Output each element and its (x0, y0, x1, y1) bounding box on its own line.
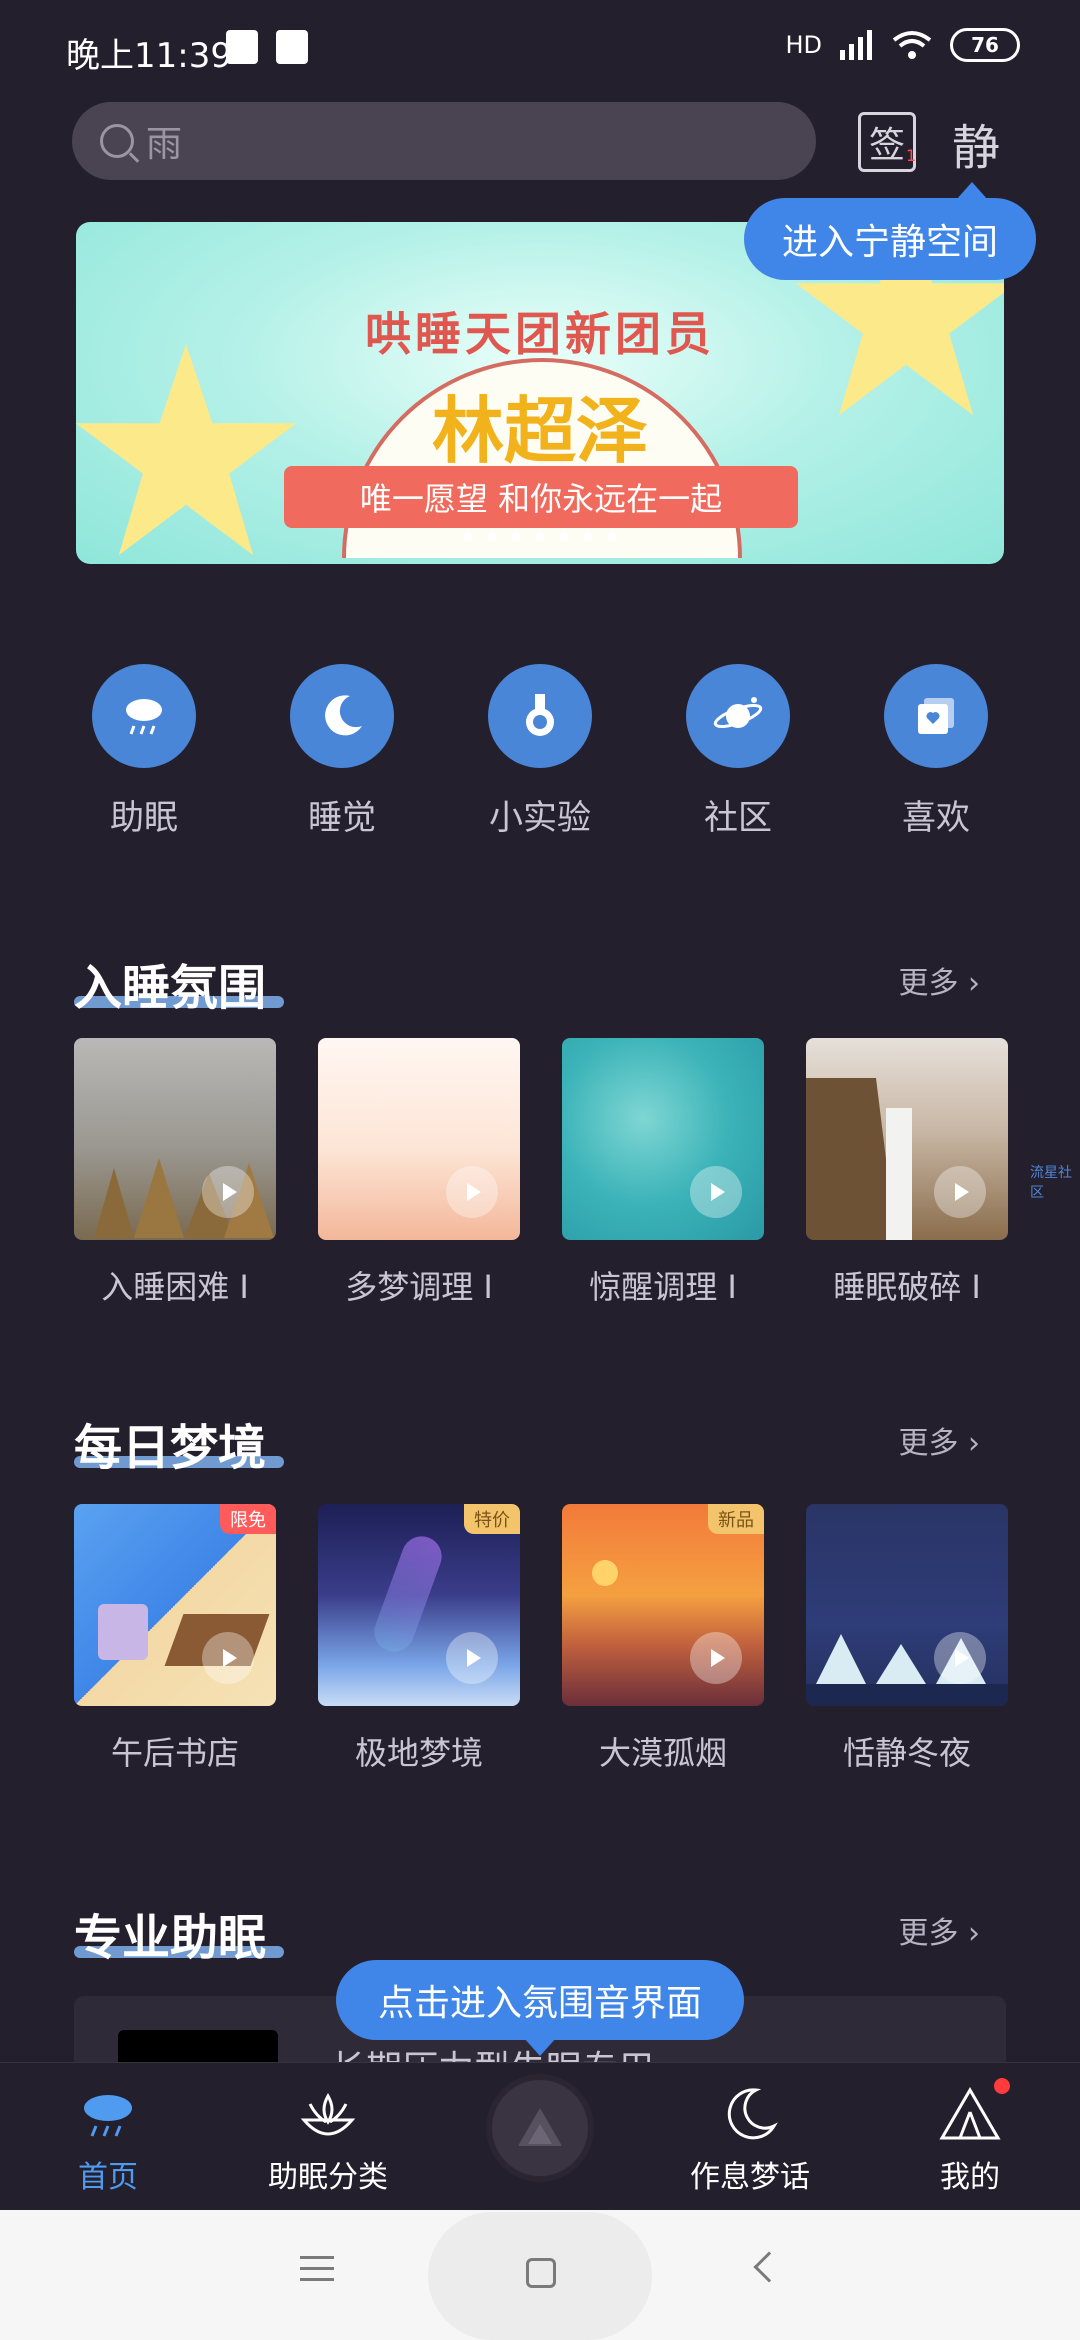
tab-label: 首页 (78, 2160, 138, 2195)
sleep-ambience-card[interactable] (318, 1038, 520, 1240)
play-icon[interactable] (446, 1166, 498, 1218)
tab-label: 我的 (940, 2160, 1000, 2195)
sleep-ambience-card[interactable] (806, 1038, 1008, 1240)
pagination-dot (511, 532, 521, 542)
quick-nav-sleep[interactable] (290, 664, 394, 768)
pagination-dot (487, 532, 497, 542)
daily-dream-card[interactable]: 限免 (74, 1504, 276, 1706)
moon-icon (727, 2088, 778, 2140)
card-label: 多梦调理 I (345, 1268, 493, 1306)
search-placeholder: 雨 (146, 124, 183, 165)
section2-more-link[interactable]: 更多 › (898, 1418, 980, 1462)
quick-nav-experiment[interactable] (488, 664, 592, 768)
daily-dream-card[interactable]: 特价 (318, 1504, 520, 1706)
status-indicators: HD 76 (785, 28, 1020, 62)
daily-dream-card[interactable]: 新品 (562, 1504, 764, 1706)
tab-label: 助眠分类 (268, 2160, 388, 2195)
quick-nav-community[interactable] (686, 664, 790, 768)
quick-nav-label: 喜欢 (902, 798, 970, 838)
section-title-daily-dreams: 每日梦境 (74, 1420, 267, 1476)
play-icon[interactable] (446, 1632, 498, 1684)
heart-album-icon (918, 698, 954, 734)
cat-notification-icon (226, 30, 258, 64)
card-label: 惊醒调理 I (589, 1268, 737, 1306)
badge-special-price: 特价 (464, 1504, 520, 1534)
triangle-play-icon (518, 2108, 562, 2146)
sign-in-dot: 1 (906, 146, 917, 165)
card-label: 入睡困难 I (101, 1268, 249, 1306)
lotus-icon (300, 2092, 356, 2136)
card-label: 午后书店 (110, 1734, 239, 1772)
quick-nav-label: 睡觉 (308, 798, 376, 838)
ambience-tooltip[interactable]: 点击进入氛围音界面 (336, 1960, 744, 2056)
pagination-dot (559, 532, 569, 542)
card-label: 恬静冬夜 (842, 1734, 971, 1772)
tab-label: 作息梦话 (690, 2160, 810, 2195)
quick-nav-favorites[interactable] (884, 664, 988, 768)
daily-dream-card[interactable] (806, 1504, 1008, 1706)
card-label: 睡眠破碎 I (833, 1268, 981, 1306)
card-label: 大漠孤烟 (598, 1734, 727, 1772)
cloud-rain-icon (84, 2095, 132, 2137)
quick-nav-label: 社区 (704, 798, 772, 838)
wifi-icon (892, 31, 932, 59)
network-label: HD (785, 31, 822, 59)
pagination-dot (463, 532, 473, 542)
home-icon[interactable] (526, 2258, 556, 2288)
section-title-sleep-ambience: 入睡氛围 (74, 960, 267, 1016)
pagination-dot (535, 532, 545, 542)
download-notification-icon (276, 30, 308, 64)
section-title-pro-sleep: 专业助眠 (74, 1910, 267, 1966)
play-icon[interactable] (690, 1166, 742, 1218)
tab-schedule-sleeptalk[interactable]: 作息梦话 (660, 2082, 840, 2196)
quiet-space-tooltip[interactable]: 进入宁静空间 (744, 182, 1036, 280)
quiet-space-button[interactable]: 静 (952, 108, 1000, 178)
signal-icon (840, 30, 872, 60)
tab-profile[interactable]: 我的 (880, 2082, 1060, 2196)
play-icon[interactable] (934, 1166, 986, 1218)
sleep-ambience-card[interactable] (562, 1038, 764, 1240)
sun-illustration (592, 1560, 618, 1586)
badge-limited-free: 限免 (220, 1504, 276, 1534)
card-label: 极地梦境 (354, 1734, 483, 1772)
planet-icon (713, 697, 763, 729)
side-community-label[interactable]: 流星社区 (1030, 1162, 1080, 1202)
tent-icon (939, 2087, 1001, 2140)
play-icon[interactable] (934, 1632, 986, 1684)
tab-home[interactable]: 首页 (18, 2082, 198, 2196)
section1-more-link[interactable]: 更多 › (898, 958, 980, 1002)
quick-nav-sleep-aid[interactable] (92, 664, 196, 768)
banner-pagination (76, 532, 1004, 542)
status-time: 晚上11:39 (66, 36, 232, 76)
pagination-dot (583, 532, 593, 542)
moon-icon (325, 695, 362, 736)
play-icon[interactable] (202, 1632, 254, 1684)
waterfall-illustration (806, 1078, 912, 1240)
mug-illustration (98, 1604, 148, 1660)
quick-nav-label: 小实验 (489, 798, 591, 838)
flask-icon (526, 694, 554, 736)
play-icon[interactable] (202, 1166, 254, 1218)
search-icon (100, 124, 134, 158)
banner-tagline: 唯一愿望 和你永远在一起 (284, 466, 798, 528)
quick-nav-label: 助眠 (110, 798, 178, 838)
section3-more-link[interactable]: 更多 › (898, 1908, 980, 1952)
pagination-dot (607, 532, 617, 542)
ambience-center-button[interactable] (492, 2080, 588, 2176)
tab-sleep-categories[interactable]: 助眠分类 (238, 2082, 418, 2196)
search-bar[interactable]: 雨 (72, 102, 816, 180)
notification-dot (994, 2078, 1010, 2094)
badge-new: 新品 (708, 1504, 764, 1534)
banner-name: 林超泽 (431, 389, 648, 473)
play-icon[interactable] (690, 1632, 742, 1684)
sign-in-label: 签 (868, 125, 905, 166)
menu-icon[interactable] (300, 2256, 334, 2289)
battery-indicator: 76 (950, 28, 1020, 62)
sleep-ambience-card[interactable] (74, 1038, 276, 1240)
banner-headline: 哄睡天团新团员 (365, 307, 715, 361)
aurora-illustration (368, 1530, 448, 1658)
cloud-rain-icon (126, 699, 162, 735)
